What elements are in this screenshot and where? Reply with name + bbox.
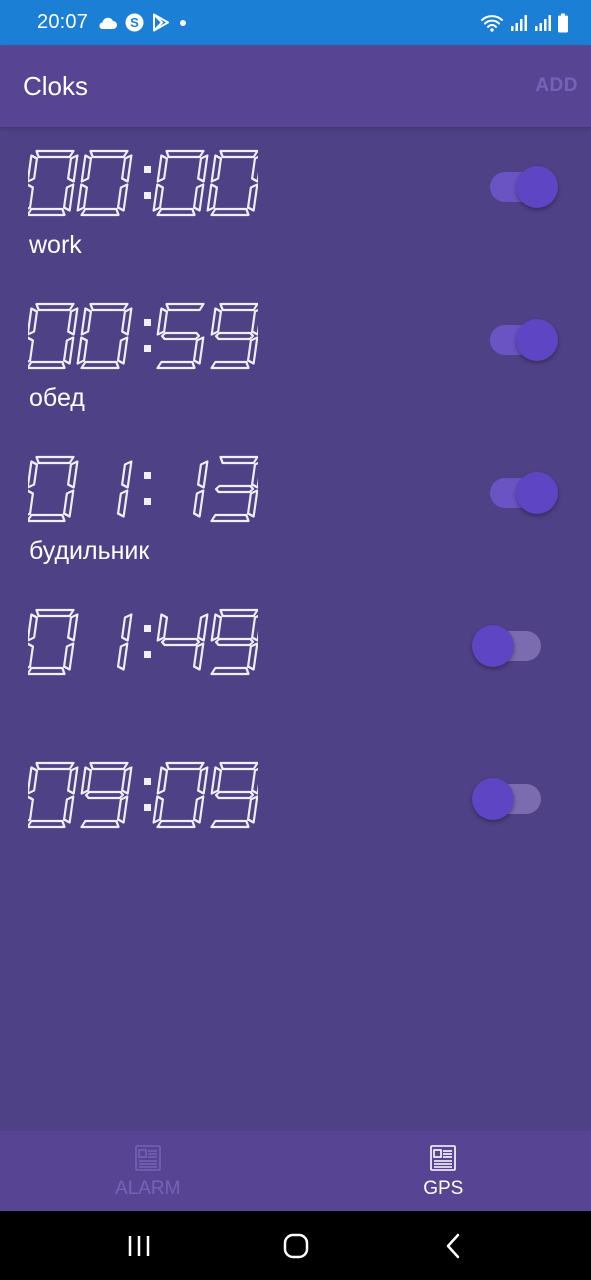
alarm-time[interactable] <box>28 453 258 525</box>
alarm-time[interactable] <box>28 759 258 831</box>
signal-icon <box>533 14 551 32</box>
clock-digit <box>156 302 205 370</box>
status-bar: 20:07 S <box>0 0 591 45</box>
clock-digit <box>76 302 133 370</box>
clock-digit <box>80 761 133 829</box>
bottom-nav: ALARM GPS <box>0 1131 591 1211</box>
clock-digit <box>28 761 79 829</box>
nav-item-gps[interactable]: GPS <box>296 1131 591 1211</box>
alarm-label: будильник <box>29 537 150 565</box>
play-store-icon <box>152 13 170 32</box>
toggle-thumb <box>472 778 514 820</box>
clock-digit <box>28 149 79 217</box>
colon-dot <box>144 345 151 352</box>
alarm-row[interactable] <box>0 739 591 892</box>
back-button[interactable] <box>423 1221 483 1271</box>
clock-digit <box>76 149 133 217</box>
clock-digit <box>206 149 258 217</box>
newspaper-icon <box>134 1144 162 1172</box>
cloud-icon <box>97 16 118 30</box>
home-button[interactable] <box>266 1221 326 1271</box>
app-bar: Cloks ADD <box>0 45 591 127</box>
clock-digit <box>28 455 79 523</box>
alarm-label: обед <box>29 384 85 412</box>
alarm-row[interactable]: будильник <box>0 433 591 586</box>
nav-item-alarm[interactable]: ALARM <box>0 1131 296 1211</box>
signal-icon <box>509 14 527 32</box>
status-time: 20:07 <box>37 11 89 33</box>
alarm-row[interactable]: work <box>0 127 591 280</box>
colon-dot <box>144 192 151 199</box>
clock-digit <box>28 608 79 676</box>
nav-label-alarm: ALARM <box>115 1178 181 1199</box>
alarm-row[interactable] <box>0 586 591 739</box>
alarm-toggle[interactable] <box>490 317 560 363</box>
clock-digit <box>210 302 258 370</box>
colon-dot <box>144 472 151 479</box>
clock-digit <box>116 460 133 518</box>
alarm-row[interactable]: обед <box>0 280 591 433</box>
alarm-time[interactable] <box>28 147 258 219</box>
newspaper-icon <box>429 1144 457 1172</box>
recents-button[interactable] <box>109 1221 169 1271</box>
alarm-time[interactable] <box>28 300 258 372</box>
colon-dot <box>144 319 151 326</box>
clock-digit <box>152 149 209 217</box>
toggle-thumb <box>516 472 558 514</box>
colon-dot <box>144 498 151 505</box>
nav-label-gps: GPS <box>423 1178 464 1199</box>
colon-dot <box>144 804 151 811</box>
alarm-toggle[interactable] <box>472 776 542 822</box>
toggle-thumb <box>472 625 514 667</box>
clock-digit <box>210 455 258 523</box>
alarm-toggle[interactable] <box>472 623 542 669</box>
alarm-toggle[interactable] <box>490 164 560 210</box>
toggle-thumb <box>516 319 558 361</box>
svg-text:S: S <box>130 15 139 30</box>
battery-icon <box>557 13 569 33</box>
colon-dot <box>144 651 151 658</box>
skype-icon: S <box>125 13 144 32</box>
alarm-time[interactable] <box>28 606 258 678</box>
clock-digit <box>210 608 258 676</box>
system-nav-bar <box>0 1211 591 1280</box>
clock-digit <box>28 302 79 370</box>
add-button[interactable]: ADD <box>535 75 578 97</box>
colon-dot <box>144 625 151 632</box>
dot-icon <box>178 18 188 28</box>
alarm-label: work <box>29 231 82 259</box>
clock-digit <box>152 761 209 829</box>
clock-digit <box>116 613 133 671</box>
wifi-icon <box>481 14 503 32</box>
colon-dot <box>144 778 151 785</box>
clock-digit <box>192 460 209 518</box>
colon-dot <box>144 166 151 173</box>
app-title: Cloks <box>23 70 89 101</box>
alarm-toggle[interactable] <box>490 470 560 516</box>
alarm-list: work обед будильник <box>0 127 591 892</box>
clock-digit <box>210 761 258 829</box>
toggle-thumb <box>516 166 558 208</box>
clock-digit <box>156 613 209 671</box>
